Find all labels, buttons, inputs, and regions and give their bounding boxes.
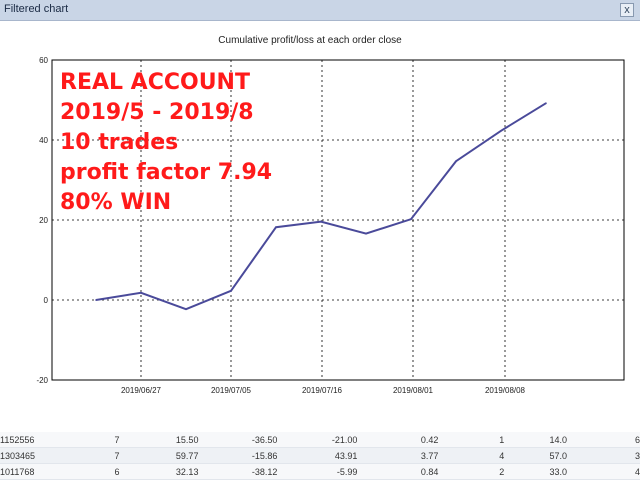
results-table: 1152556 7 15.50 -36.50 -21.00 0.42 1 14.0 6 13034…	[0, 432, 640, 480]
y-tick-label: 60	[39, 56, 48, 65]
overlay-line: profit factor 7.94	[60, 160, 273, 185]
table-cell: -5.99	[277, 463, 358, 480]
data-point	[95, 299, 97, 301]
x-tick-label: 2019/06/27	[121, 386, 162, 395]
table-cell: 15.50	[119, 432, 199, 448]
table-cell: -36.50	[198, 432, 278, 448]
chart-title: Cumulative profit/loss at each order clo…	[218, 35, 402, 46]
window-title: Filtered chart	[4, 3, 69, 15]
table-row[interactable]: 1303465 7 59.77 -15.86 43.91 3.77 4 57.0 3	[0, 447, 640, 464]
table-cell: 14.0	[504, 432, 568, 448]
data-point	[185, 308, 187, 311]
table-cell: 57.0	[504, 447, 568, 464]
table-cell: 1011768	[0, 463, 61, 480]
table-cell: -38.12	[198, 463, 278, 480]
table-cell: 59.77	[119, 447, 199, 464]
table-cell: 4	[438, 447, 505, 464]
x-tick-label: 2019/07/05	[211, 386, 252, 395]
overlay-line: 80% WIN	[60, 190, 172, 215]
table-cell: -21.00	[277, 432, 358, 448]
table-cell: 7	[60, 447, 120, 464]
close-button[interactable]: x	[620, 3, 634, 17]
table-cell: 1303465	[0, 447, 61, 464]
data-point	[410, 218, 412, 220]
annotation-overlay: REAL ACCOUNT 2019/5 - 2019/8 10 trades p…	[60, 68, 272, 218]
data-point	[500, 130, 502, 132]
y-axis-ticks: 60 40 20 0 -20	[36, 56, 48, 385]
filtered-chart-window: Filtered chart x Cumulative profit/loss …	[0, 0, 640, 432]
table-cell: 7	[60, 432, 120, 448]
table-cell: 3	[567, 447, 640, 464]
y-tick-label: 0	[44, 296, 49, 305]
table-cell: 3.77	[357, 447, 439, 464]
table-cell: 0.42	[357, 432, 439, 448]
data-point	[230, 290, 232, 292]
x-tick-label: 2019/08/08	[485, 386, 526, 395]
overlay-line: 2019/5 - 2019/8	[60, 100, 254, 125]
data-point	[545, 102, 547, 104]
data-point	[275, 226, 277, 228]
table-cell: 0.84	[357, 463, 439, 480]
overlay-line: REAL ACCOUNT	[60, 70, 250, 95]
data-point	[140, 292, 142, 294]
y-tick-label: 20	[39, 216, 48, 225]
table-row[interactable]: 1152556 7 15.50 -36.50 -21.00 0.42 1 14.0 6	[0, 432, 640, 448]
table-cell: 2	[438, 463, 505, 480]
table-cell: 6	[60, 463, 120, 480]
table-cell: 43.91	[277, 447, 358, 464]
table-cell: 6	[567, 432, 640, 448]
data-point	[455, 160, 457, 162]
table-cell: -15.86	[198, 447, 278, 464]
table-cell: 32.13	[119, 463, 199, 480]
y-tick-label: -20	[36, 376, 48, 385]
y-tick-label: 40	[39, 136, 48, 145]
data-point	[365, 232, 367, 235]
x-axis-ticks: 2019/06/27 2019/07/05 2019/07/16 2019/08/01…	[121, 386, 526, 395]
x-tick-label: 2019/08/01	[393, 386, 434, 395]
table-cell: 1152556	[0, 432, 61, 448]
x-tick-label: 2019/07/16	[302, 386, 343, 395]
data-point	[320, 220, 322, 223]
table-cell: 33.0	[504, 463, 568, 480]
window-titlebar[interactable]: Filtered chart x	[0, 0, 640, 21]
table-cell: 1	[438, 432, 505, 448]
table-row[interactable]: 1011768 6 32.13 -38.12 -5.99 0.84 2 33.0 4	[0, 463, 640, 480]
table-cell: 4	[567, 463, 640, 480]
overlay-line: 10 trades	[60, 130, 179, 155]
